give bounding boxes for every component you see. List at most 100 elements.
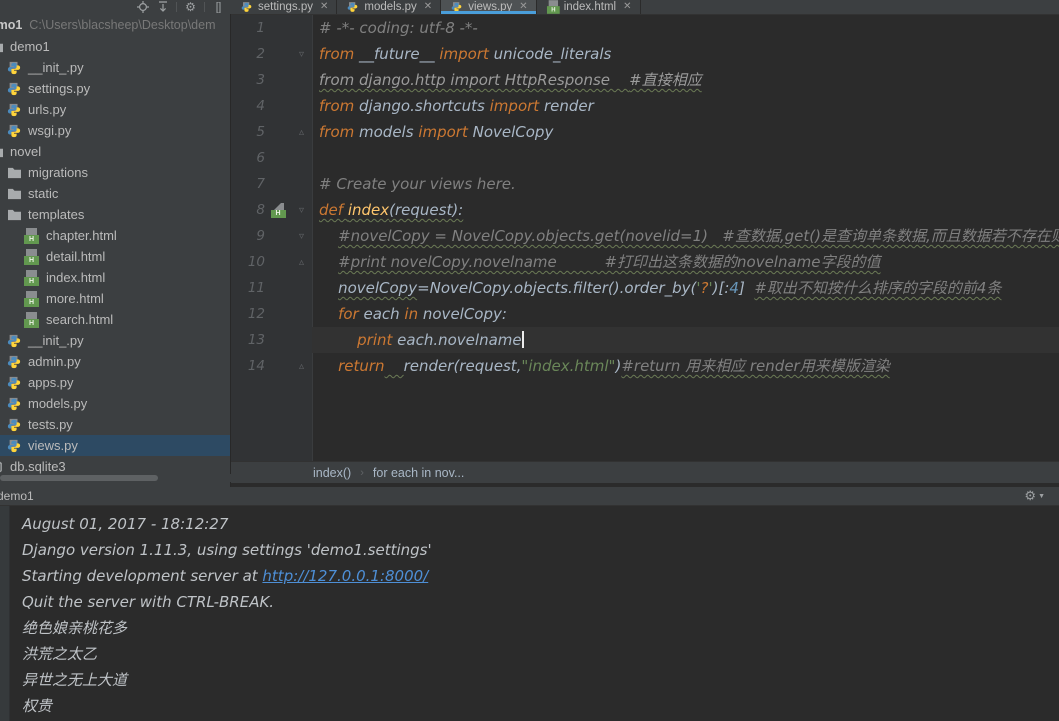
- code-line-12[interactable]: 12 for each in novelCopy:: [231, 301, 1059, 327]
- toolbar-divider: [204, 2, 205, 12]
- code-text[interactable]: # -*- coding: utf-8 -*-: [312, 15, 1059, 41]
- tree-item-__init_-py[interactable]: __init_.py: [0, 57, 230, 78]
- code-text[interactable]: # Create your views here.: [312, 171, 1059, 197]
- tree-item-tests-py[interactable]: tests.py: [0, 414, 230, 435]
- code-line-5[interactable]: 5▵from models import NovelCopy: [231, 119, 1059, 145]
- fold-marker-icon[interactable]: ▿: [291, 231, 312, 242]
- tab-label: settings.py: [258, 1, 313, 13]
- tree-item-more-html[interactable]: Hmore.html: [0, 288, 230, 309]
- tab-settings-py[interactable]: settings.py ✕: [231, 0, 337, 14]
- tree-item-label: apps.py: [28, 375, 74, 390]
- tree-item-static[interactable]: static: [0, 183, 230, 204]
- close-tab-icon[interactable]: ✕: [320, 2, 328, 12]
- code-text[interactable]: from models import NovelCopy: [312, 119, 1059, 145]
- line-number: 8: [231, 202, 265, 218]
- fold-marker-icon[interactable]: ▿: [291, 49, 312, 60]
- console-settings-control[interactable]: ⚙ ▼: [1024, 488, 1045, 504]
- tree-item-chapter-html[interactable]: Hchapter.html: [0, 225, 230, 246]
- tree-item-label: views.py: [28, 438, 78, 453]
- tree-item-templates[interactable]: templates: [0, 204, 230, 225]
- code-text[interactable]: #novelCopy = NovelCopy.objects.get(novel…: [312, 223, 1059, 249]
- code-token: for: [338, 305, 359, 323]
- code-token: [319, 305, 338, 323]
- tree-item-demo1[interactable]: demo1: [0, 36, 230, 57]
- code-line-7[interactable]: 7# Create your views here.: [231, 171, 1059, 197]
- fold-marker-icon[interactable]: ▵: [291, 127, 312, 138]
- code-line-8[interactable]: 8H▿def index(request):: [231, 197, 1059, 223]
- hide-panel-icon[interactable]: [212, 1, 225, 14]
- fold-marker-icon[interactable]: ▵: [291, 361, 312, 372]
- scrollbar-thumb[interactable]: [0, 475, 158, 481]
- tree-item-__init_-py[interactable]: __init_.py: [0, 330, 230, 351]
- tree-item-settings-py[interactable]: settings.py: [0, 78, 230, 99]
- code-line-10[interactable]: 10▵ #print novelCopy.novelname #打印出这条数据的…: [231, 249, 1059, 275]
- breadcrumb-item[interactable]: index(): [313, 466, 351, 480]
- close-tab-icon[interactable]: ✕: [424, 2, 432, 12]
- code-line-6[interactable]: 6: [231, 145, 1059, 171]
- code-line-9[interactable]: 9▿ #novelCopy = NovelCopy.objects.get(no…: [231, 223, 1059, 249]
- console-line: 权贵: [0, 693, 1059, 719]
- fold-marker-icon[interactable]: ▵: [291, 257, 312, 268]
- tab-index-html[interactable]: Hindex.html✕: [537, 0, 641, 14]
- folder-icon: [0, 39, 4, 55]
- tree-item-search-html[interactable]: Hsearch.html: [0, 309, 230, 330]
- server-url-link[interactable]: http://127.0.0.1:8000/: [262, 567, 428, 585]
- tree-item-apps-py[interactable]: apps.py: [0, 372, 230, 393]
- code-line-2[interactable]: 2▿from __future__ import unicode_literal…: [231, 41, 1059, 67]
- project-root-row[interactable]: demo1 C:\Users\blacsheep\Desktop\dem: [0, 14, 230, 36]
- breadcrumb-item[interactable]: for each in nov...: [373, 466, 465, 480]
- code-line-14[interactable]: 14▵ return render(request,"index.html")#…: [231, 353, 1059, 379]
- tree-item-novel[interactable]: novel: [0, 141, 230, 162]
- fold-marker-icon[interactable]: ▿: [291, 205, 312, 216]
- tree-item-views-py[interactable]: views.py: [0, 435, 230, 456]
- close-tab-icon[interactable]: ✕: [623, 2, 631, 12]
- tree-item-label: search.html: [46, 312, 113, 327]
- code-text[interactable]: from django.http import HttpResponse #直接…: [312, 67, 1059, 93]
- code-text[interactable]: #print novelCopy.novelname #打印出这条数据的nove…: [312, 249, 1059, 275]
- tree-item-wsgi-py[interactable]: wsgi.py: [0, 120, 230, 141]
- breadcrumb: index() › for each in nov...: [231, 461, 1059, 483]
- code-line-4[interactable]: 4from django.shortcuts import render: [231, 93, 1059, 119]
- code-token: render(request,: [404, 357, 522, 375]
- code-text[interactable]: from __future__ import unicode_literals: [312, 41, 1059, 67]
- tree-horizontal-scrollbar[interactable]: [0, 474, 231, 482]
- code-text[interactable]: novelCopy=NovelCopy.objects.filter().ord…: [312, 275, 1059, 301]
- line-number: 12: [231, 306, 265, 322]
- code-token: # Create your views here.: [319, 175, 516, 193]
- console-text: August 01, 2017 - 18:12:27: [22, 515, 228, 533]
- tree-item-migrations[interactable]: migrations: [0, 162, 230, 183]
- code-line-1[interactable]: 1# -*- coding: utf-8 -*-: [231, 15, 1059, 41]
- line-number: 13: [231, 332, 265, 348]
- code-text[interactable]: print each.novelname: [312, 327, 1059, 353]
- tree-item-detail-html[interactable]: Hdetail.html: [0, 246, 230, 267]
- code-text[interactable]: def index(request):: [312, 197, 1059, 223]
- code-editor[interactable]: 1# -*- coding: utf-8 -*-2▿from __future_…: [231, 15, 1059, 461]
- code-token: #取出不知按什么排序的字段的前4条: [754, 279, 1001, 297]
- template-gutter-icon[interactable]: H: [265, 203, 291, 218]
- code-line-3[interactable]: 3from django.http import HttpResponse #直…: [231, 67, 1059, 93]
- code-line-11[interactable]: 11 novelCopy=NovelCopy.objects.filter().…: [231, 275, 1059, 301]
- tree-item-label: admin.py: [28, 354, 81, 369]
- tree-item-index-html[interactable]: Hindex.html: [0, 267, 230, 288]
- tree-item-urls-py[interactable]: urls.py: [0, 99, 230, 120]
- code-text[interactable]: [312, 145, 1059, 171]
- collapse-all-icon[interactable]: [156, 1, 169, 14]
- console-tab-demo1[interactable]: demo1: [0, 487, 34, 506]
- code-text[interactable]: return render(request,"index.html")#retu…: [312, 353, 1059, 379]
- run-console-output[interactable]: August 01, 2017 - 18:12:27Django version…: [0, 506, 1059, 721]
- close-tab-icon[interactable]: ✕: [519, 2, 527, 12]
- tab-views-py[interactable]: views.py✕: [441, 0, 537, 14]
- settings-gear-icon[interactable]: ⚙: [184, 1, 197, 14]
- text-cursor: [522, 331, 524, 348]
- tree-item-models-py[interactable]: models.py: [0, 393, 230, 414]
- locate-icon[interactable]: [136, 1, 149, 14]
- code-text[interactable]: for each in novelCopy:: [312, 301, 1059, 327]
- tree-item-label: tests.py: [28, 417, 73, 432]
- code-text[interactable]: from django.shortcuts import render: [312, 93, 1059, 119]
- tree-item-label: db.sqlite3: [10, 459, 66, 474]
- tree-item-admin-py[interactable]: admin.py: [0, 351, 230, 372]
- code-token: import: [418, 123, 468, 141]
- tab-models-py[interactable]: models.py✕: [337, 0, 441, 14]
- code-line-13[interactable]: 13 print each.novelname: [231, 327, 1059, 353]
- tree-item-label: detail.html: [46, 249, 105, 264]
